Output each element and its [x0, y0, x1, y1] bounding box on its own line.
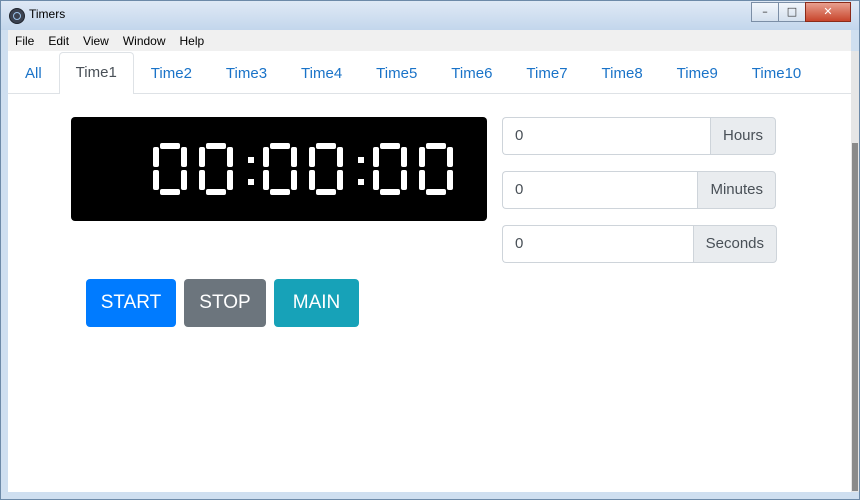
digit-segment — [206, 189, 226, 195]
digit-segment — [153, 170, 159, 190]
hours-input[interactable]: 0 — [502, 117, 710, 155]
digit-segment — [160, 143, 180, 149]
tab-time9[interactable]: Time9 — [660, 53, 735, 94]
menu-window[interactable]: Window — [116, 34, 173, 48]
seconds-input[interactable]: 0 — [502, 225, 693, 263]
hours-group: 0 Hours — [502, 117, 776, 155]
tab-time3[interactable]: Time3 — [209, 53, 284, 94]
digit-segment — [419, 170, 425, 190]
digit-segment — [426, 189, 446, 195]
scroll-thumb[interactable] — [852, 143, 858, 491]
menu-bar: File Edit View Window Help — [8, 30, 851, 51]
window-title: Timers — [29, 7, 66, 21]
colon-dot — [248, 157, 254, 163]
digit-segment — [316, 189, 336, 195]
digit-segment — [401, 147, 407, 167]
tab-time2[interactable]: Time2 — [134, 53, 209, 94]
tab-time5[interactable]: Time5 — [359, 53, 434, 94]
menu-edit[interactable]: Edit — [41, 34, 76, 48]
minimize-button[interactable]: – — [751, 2, 779, 22]
tab-time4[interactable]: Time4 — [284, 53, 359, 94]
digit-segment — [337, 170, 343, 190]
tab-time1[interactable]: Time1 — [58, 52, 134, 94]
seconds-label: Seconds — [692, 225, 777, 263]
menu-help[interactable]: Help — [173, 34, 212, 48]
digit-segment — [419, 147, 425, 167]
digit-segment — [309, 147, 315, 167]
digit-segment — [337, 147, 343, 167]
main-content: All Time1 Time2 Time3 Time4 Time5 Time6 … — [8, 51, 851, 492]
tab-all[interactable]: All — [8, 53, 59, 94]
digit-segment — [373, 170, 379, 190]
close-button[interactable]: ✕ — [805, 2, 851, 22]
tab-time10[interactable]: Time10 — [735, 53, 818, 94]
digit-segment — [270, 189, 290, 195]
window-controls: – □ ✕ — [751, 2, 851, 22]
digit-segment — [153, 147, 159, 167]
digit-segment — [263, 147, 269, 167]
start-button[interactable]: START — [86, 279, 176, 327]
digit-segment — [227, 147, 233, 167]
digit-segment — [227, 170, 233, 190]
clock-display — [71, 117, 487, 221]
colon-dot — [358, 157, 364, 163]
colon-dot — [248, 179, 254, 185]
digit-segment — [380, 143, 400, 149]
digit-segment — [160, 189, 180, 195]
timer-tabs: All Time1 Time2 Time3 Time4 Time5 Time6 … — [8, 51, 851, 94]
app-icon — [9, 8, 25, 24]
tab-time7[interactable]: Time7 — [509, 53, 584, 94]
app-window: Timers – □ ✕ File Edit View Window Help … — [0, 0, 860, 500]
digit-segment — [263, 170, 269, 190]
tab-time8[interactable]: Time8 — [585, 53, 660, 94]
hours-label: Hours — [709, 117, 776, 155]
main-button[interactable]: MAIN — [274, 279, 359, 327]
digital-digits — [153, 143, 453, 195]
minutes-label: Minutes — [697, 171, 776, 209]
digit-segment — [181, 170, 187, 190]
minutes-input[interactable]: 0 — [502, 171, 698, 209]
digit-segment — [373, 147, 379, 167]
digit-segment — [426, 143, 446, 149]
seconds-group: 0 Seconds — [502, 225, 777, 263]
digit-segment — [199, 147, 205, 167]
digit-segment — [291, 170, 297, 190]
tab-time6[interactable]: Time6 — [434, 53, 509, 94]
digit-segment — [270, 143, 290, 149]
vertical-scrollbar[interactable] — [851, 51, 859, 492]
maximize-button[interactable]: □ — [778, 2, 806, 22]
title-bar[interactable]: Timers – □ ✕ — [1, 1, 859, 30]
menu-file[interactable]: File — [8, 34, 41, 48]
digit-segment — [447, 170, 453, 190]
digit-segment — [309, 170, 315, 190]
digit-segment — [291, 147, 297, 167]
digit-segment — [199, 170, 205, 190]
digit-segment — [316, 143, 336, 149]
digit-segment — [380, 189, 400, 195]
minutes-group: 0 Minutes — [502, 171, 776, 209]
digit-segment — [401, 170, 407, 190]
menu-view[interactable]: View — [76, 34, 116, 48]
digit-segment — [447, 147, 453, 167]
digit-segment — [206, 143, 226, 149]
stop-button[interactable]: STOP — [184, 279, 266, 327]
digit-segment — [181, 147, 187, 167]
colon-dot — [358, 179, 364, 185]
